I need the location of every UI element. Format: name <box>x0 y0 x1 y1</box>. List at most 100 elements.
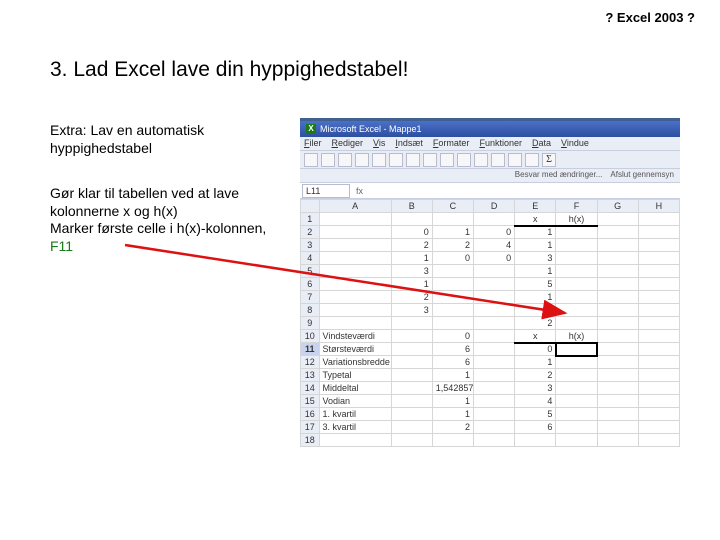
cell[interactable] <box>597 408 638 421</box>
col-header[interactable]: H <box>638 200 679 213</box>
cell[interactable]: 6 <box>515 421 556 434</box>
cell[interactable] <box>391 213 432 226</box>
cell[interactable] <box>638 408 679 421</box>
row-header[interactable]: 1 <box>301 213 320 226</box>
cell[interactable] <box>597 330 638 343</box>
cell[interactable]: 1. kvartil <box>319 408 391 421</box>
tb-icon[interactable] <box>372 153 386 167</box>
cell[interactable] <box>473 317 514 330</box>
cell[interactable] <box>319 265 391 278</box>
cell[interactable]: 0 <box>391 226 432 239</box>
tb-icon[interactable] <box>389 153 403 167</box>
cell[interactable]: 0 <box>473 252 514 265</box>
cell[interactable]: 2 <box>515 369 556 382</box>
cell[interactable] <box>638 226 679 239</box>
menu-item[interactable]: Funktioner <box>479 138 522 149</box>
cell[interactable] <box>556 356 597 369</box>
cell[interactable] <box>432 278 473 291</box>
row-header[interactable]: 15 <box>301 395 320 408</box>
cell[interactable] <box>473 395 514 408</box>
cell[interactable]: Vodian <box>319 395 391 408</box>
cell[interactable] <box>638 213 679 226</box>
cell[interactable] <box>597 239 638 252</box>
cell[interactable] <box>391 434 432 447</box>
cell[interactable] <box>597 434 638 447</box>
cell[interactable] <box>556 278 597 291</box>
cell[interactable]: 4 <box>515 395 556 408</box>
cell[interactable]: 2 <box>391 239 432 252</box>
cell[interactable]: 0 <box>432 252 473 265</box>
cell[interactable] <box>556 304 597 317</box>
cell[interactable] <box>597 343 638 356</box>
cell[interactable] <box>473 343 514 356</box>
col-header[interactable]: E <box>515 200 556 213</box>
cell[interactable] <box>597 317 638 330</box>
cell[interactable] <box>319 278 391 291</box>
cell[interactable] <box>391 369 432 382</box>
cell[interactable] <box>391 421 432 434</box>
cell[interactable] <box>638 382 679 395</box>
cell[interactable]: 3 <box>515 252 556 265</box>
cell[interactable] <box>432 213 473 226</box>
cell[interactable] <box>556 408 597 421</box>
cell[interactable] <box>391 330 432 343</box>
row-header[interactable]: 18 <box>301 434 320 447</box>
cell[interactable] <box>597 278 638 291</box>
cell[interactable]: Vindsteværdi <box>319 330 391 343</box>
cell[interactable] <box>432 265 473 278</box>
cell[interactable] <box>473 434 514 447</box>
cell[interactable]: 1 <box>515 239 556 252</box>
cell[interactable]: 4 <box>473 239 514 252</box>
cell[interactable] <box>319 304 391 317</box>
cell[interactable] <box>432 304 473 317</box>
cell[interactable]: Middeltal <box>319 382 391 395</box>
cell[interactable] <box>638 239 679 252</box>
cell[interactable]: 1 <box>515 291 556 304</box>
cell[interactable]: 1 <box>432 395 473 408</box>
row-header[interactable]: 14 <box>301 382 320 395</box>
menu-item[interactable]: Vindue <box>561 138 589 149</box>
cell[interactable] <box>391 356 432 369</box>
cell[interactable] <box>638 421 679 434</box>
tb-icon[interactable] <box>508 153 522 167</box>
cell[interactable] <box>556 239 597 252</box>
row-header[interactable]: 11 <box>301 343 320 356</box>
cell[interactable]: Variationsbredde <box>319 356 391 369</box>
cell[interactable]: Størsteværdi <box>319 343 391 356</box>
cell[interactable] <box>638 252 679 265</box>
spreadsheet-grid[interactable]: ABCDEFGH 1xh(x)2010132241410035316157218… <box>300 199 680 447</box>
tb-icon[interactable] <box>457 153 471 167</box>
cell[interactable] <box>556 369 597 382</box>
cell[interactable] <box>556 317 597 330</box>
cell[interactable] <box>556 252 597 265</box>
cell[interactable]: 1 <box>515 226 556 239</box>
cell[interactable]: 1 <box>515 265 556 278</box>
cell[interactable]: h(x) <box>556 330 597 343</box>
cell[interactable]: 5 <box>515 408 556 421</box>
cell[interactable]: 0 <box>473 226 514 239</box>
cell[interactable] <box>319 434 391 447</box>
cell[interactable]: 1 <box>515 356 556 369</box>
cell[interactable] <box>319 252 391 265</box>
cell[interactable] <box>556 421 597 434</box>
cell[interactable] <box>473 408 514 421</box>
cell[interactable] <box>473 265 514 278</box>
cell[interactable] <box>638 343 679 356</box>
cell[interactable]: 1 <box>432 408 473 421</box>
cell[interactable] <box>319 226 391 239</box>
cell[interactable] <box>556 395 597 408</box>
cell[interactable] <box>556 382 597 395</box>
tb-icon[interactable] <box>355 153 369 167</box>
cell[interactable] <box>638 317 679 330</box>
row-header[interactable]: 5 <box>301 265 320 278</box>
cell[interactable] <box>597 304 638 317</box>
cell[interactable] <box>597 369 638 382</box>
row-header[interactable]: 17 <box>301 421 320 434</box>
tb-icon[interactable] <box>406 153 420 167</box>
row-header[interactable]: 12 <box>301 356 320 369</box>
cell[interactable] <box>556 226 597 239</box>
cell[interactable]: 1 <box>432 369 473 382</box>
col-header[interactable]: A <box>319 200 391 213</box>
menu-item[interactable]: Formater <box>433 138 470 149</box>
cell[interactable] <box>556 291 597 304</box>
